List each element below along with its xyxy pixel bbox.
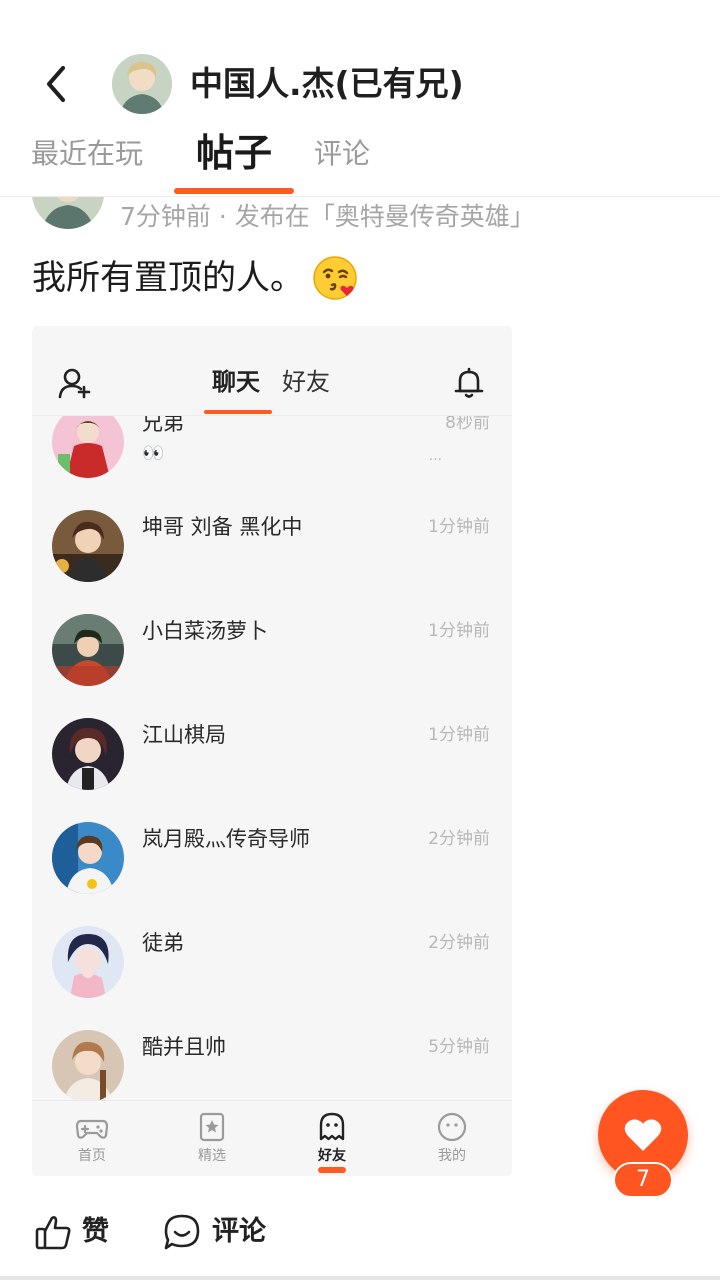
bell-icon bbox=[454, 367, 484, 398]
chat-row: 徒弟 2分钟前 bbox=[32, 924, 512, 1028]
chat-name: 徒弟 bbox=[142, 931, 184, 955]
chat-screen-header: 聊天 好友 bbox=[32, 326, 512, 416]
nav-me: 我的 bbox=[412, 1111, 492, 1167]
post-author-avatar[interactable] bbox=[32, 197, 104, 229]
post-image[interactable]: 聊天 好友 兄弟 8秒前 👀 ... 坤哥 刘备 黑化中 1分钟前 小白菜汤萝卜… bbox=[32, 326, 512, 1176]
chat-time: 8秒前 bbox=[445, 416, 490, 433]
comment-button[interactable]: 评论 bbox=[162, 1212, 266, 1252]
chat-avatar bbox=[52, 718, 124, 790]
header-divider bbox=[0, 196, 720, 197]
ghost-icon bbox=[319, 1112, 345, 1141]
profile-tabs: 最近在玩 帖子 评论 bbox=[0, 122, 720, 196]
chat-avatar bbox=[52, 510, 124, 582]
heart-icon bbox=[624, 1119, 662, 1151]
star-bookmark-icon bbox=[199, 1112, 225, 1142]
chat-row: 兄弟 8秒前 👀 ... bbox=[32, 416, 512, 508]
nav-friends: 好友 bbox=[292, 1111, 372, 1173]
nav-home: 首页 bbox=[52, 1111, 132, 1167]
chat-name: 酷并且帅 bbox=[142, 1035, 226, 1059]
chat-screen-bottom-nav: 首页 精选 好友 我的 bbox=[32, 1100, 512, 1176]
chat-time: 1分钟前 bbox=[428, 621, 490, 641]
bottom-divider bbox=[0, 1276, 720, 1280]
thumbs-up-icon bbox=[35, 1216, 71, 1250]
gamepad-icon bbox=[75, 1119, 109, 1139]
tab-comments[interactable]: 评论 bbox=[314, 134, 370, 174]
chat-name: 小白菜汤萝卜 bbox=[142, 619, 268, 643]
kissing-face-with-heart-icon bbox=[313, 256, 357, 300]
chat-more-indicator: ... bbox=[428, 448, 442, 464]
like-button[interactable]: 赞 bbox=[34, 1212, 109, 1252]
post-meta: 7分钟前 · 发布在「奥特曼传奇英雄」 bbox=[120, 202, 535, 231]
chat-time: 2分钟前 bbox=[428, 933, 490, 953]
chat-tab-indicator bbox=[204, 410, 272, 414]
chat-name: 江山棋局 bbox=[142, 723, 226, 747]
tab-posts[interactable]: 帖子 bbox=[196, 126, 272, 180]
nav-active-indicator bbox=[318, 1167, 346, 1173]
chat-row: 酷并且帅 5分钟前 bbox=[32, 1028, 512, 1100]
add-friend-icon bbox=[58, 368, 91, 399]
tab-chat: 聊天 bbox=[212, 368, 260, 396]
chat-row: 江山棋局 1分钟前 bbox=[32, 716, 512, 820]
chat-avatar bbox=[52, 416, 124, 478]
chat-time: 2分钟前 bbox=[428, 829, 490, 849]
comment-label: 评论 bbox=[212, 1216, 266, 1247]
nav-featured: 精选 bbox=[172, 1111, 252, 1167]
chat-avatar bbox=[52, 1030, 124, 1100]
user-avatar[interactable] bbox=[112, 54, 172, 114]
tab-recently-played[interactable]: 最近在玩 bbox=[31, 134, 143, 174]
chat-time: 5分钟前 bbox=[428, 1037, 490, 1057]
comment-bubble-icon bbox=[164, 1214, 200, 1250]
chat-avatar bbox=[52, 822, 124, 894]
chat-avatar bbox=[52, 614, 124, 686]
chat-time: 1分钟前 bbox=[428, 517, 490, 537]
chevron-left-icon bbox=[47, 66, 65, 102]
post-action-bar: 赞 评论 bbox=[0, 1196, 720, 1280]
active-tab-indicator bbox=[174, 188, 294, 194]
post-content: 我所有置顶的人。 bbox=[32, 254, 358, 302]
like-count-badge: 7 bbox=[613, 1162, 673, 1198]
chat-avatar bbox=[52, 926, 124, 998]
chat-row: 坤哥 刘备 黑化中 1分钟前 bbox=[32, 508, 512, 612]
nav-label: 好友 bbox=[318, 1148, 346, 1164]
back-button[interactable] bbox=[36, 62, 76, 106]
chat-time: 1分钟前 bbox=[428, 725, 490, 745]
chat-row: 小白菜汤萝卜 1分钟前 bbox=[32, 612, 512, 716]
top-header: 中国人.杰(已有兄) bbox=[0, 0, 720, 114]
chat-name: 兄弟 bbox=[142, 416, 184, 435]
tab-friends: 好友 bbox=[282, 368, 330, 396]
like-label: 赞 bbox=[82, 1216, 109, 1247]
face-icon bbox=[437, 1112, 467, 1142]
profile-username: 中国人.杰(已有兄) bbox=[190, 64, 464, 103]
nav-label: 我的 bbox=[438, 1148, 466, 1164]
post-text: 我所有置顶的人。 bbox=[32, 258, 304, 298]
chat-list: 兄弟 8秒前 👀 ... 坤哥 刘备 黑化中 1分钟前 小白菜汤萝卜 1分钟前 bbox=[32, 416, 512, 1100]
chat-name: 坤哥 刘备 黑化中 bbox=[142, 515, 303, 539]
chat-name: 岚月殿灬传奇导师 bbox=[142, 827, 310, 851]
nav-label: 首页 bbox=[78, 1148, 106, 1164]
chat-row: 岚月殿灬传奇导师 2分钟前 bbox=[32, 820, 512, 924]
chat-last-message: 👀 bbox=[142, 443, 165, 464]
nav-label: 精选 bbox=[198, 1148, 226, 1164]
